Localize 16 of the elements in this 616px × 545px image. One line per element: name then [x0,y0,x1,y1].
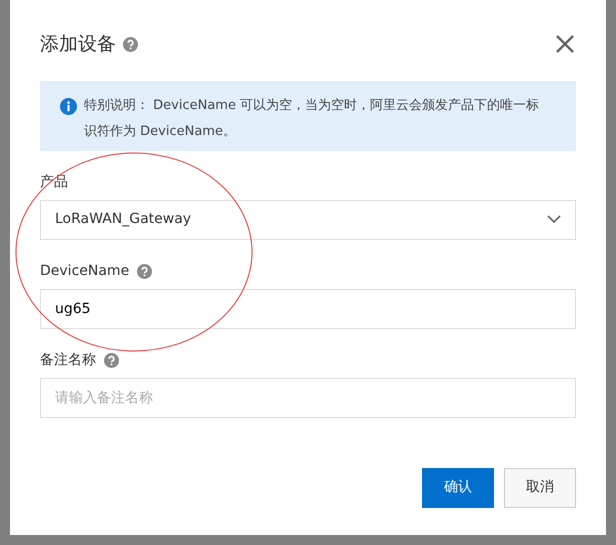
notice-text: 特别说明： DeviceName 可以为空，当为空时，阿里云会颁发产品下的唯一标识符作为 DeviceName。 [84,96,540,138]
chevron-down-icon [547,215,561,224]
field-label: 备注名称 [40,350,96,370]
dialog-title: 添加设备 [40,32,116,57]
field-label: 产品 [40,172,68,192]
field-label: DeviceName [40,262,130,280]
help-icon[interactable] [137,264,152,278]
info-icon [60,98,77,114]
product-select[interactable]: LoRaWAN_Gateway [40,200,576,240]
input-field[interactable]: ug65 [40,288,576,328]
input-field[interactable]: 请输入备注名称 [40,378,576,418]
confirm-button[interactable]: 确认 [422,468,494,508]
help-icon[interactable] [104,352,119,368]
help-icon[interactable] [123,36,138,52]
close-button[interactable] [554,33,576,56]
cancel-button[interactable]: 取消 [504,468,576,508]
